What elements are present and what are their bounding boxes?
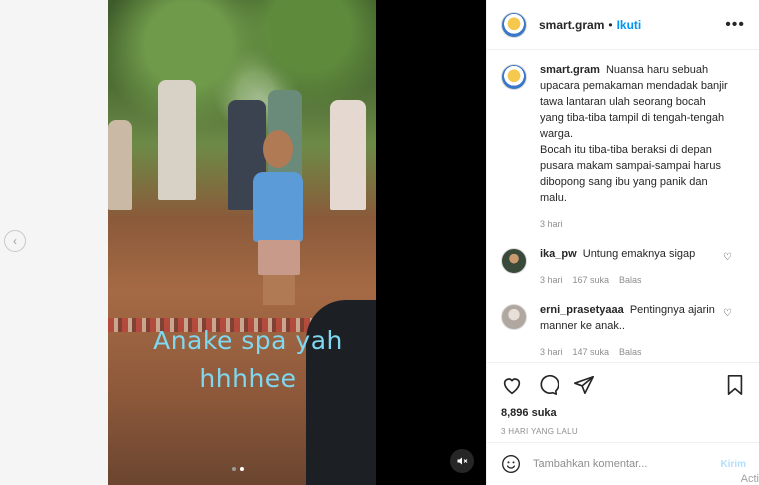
caption-text: smart.gram Nuansa haru sebuah upacara pe… (540, 62, 732, 142)
comment-time: 3 hari (540, 347, 563, 357)
post-sidebar: smart.gram • Ikuti ••• smart.gram Nuansa… (486, 0, 759, 485)
comment-likes[interactable]: 147 suka (573, 344, 610, 360)
like-heart-icon[interactable] (501, 374, 523, 396)
video-person (330, 100, 366, 210)
comment-reply-button[interactable]: Balas (619, 344, 642, 360)
comment-likes[interactable]: 167 suka (573, 272, 610, 288)
comment-username[interactable]: erni_prasetyaaa (540, 304, 624, 316)
emoji-icon[interactable] (501, 454, 521, 474)
chevron-left-icon: ‹ (13, 234, 17, 248)
video-child-shorts (258, 240, 300, 275)
post-date: 3 HARI YANG LALU (501, 427, 578, 436)
share-paper-plane-icon[interactable] (573, 374, 595, 396)
comment-time: 3 hari (540, 275, 563, 285)
caption-body-2: Bocah itu tiba-tiba beraksi di depan pus… (540, 144, 721, 204)
video-child-shirt (253, 172, 303, 242)
video-frame[interactable]: Anake spa yah hhhhee (108, 0, 376, 485)
author-username[interactable]: smart.gram (539, 18, 604, 32)
more-options-icon[interactable]: ••• (725, 16, 745, 34)
carousel-dot-active (240, 467, 244, 471)
comment-item: ika_pw Untung emaknya sigap 3 hari 167 s… (501, 246, 746, 288)
likes-count[interactable]: 8,896 suka (501, 407, 746, 419)
header-separator: • (608, 17, 613, 32)
caption-item: smart.gram Nuansa haru sebuah upacara pe… (501, 62, 746, 232)
post-header: smart.gram • Ikuti ••• (487, 0, 759, 50)
comment-like-heart-icon[interactable]: ♡ (723, 308, 732, 319)
post-media[interactable]: Anake spa yah hhhhee (108, 0, 486, 485)
comment-text: Untung emaknya sigap (582, 248, 696, 260)
video-child-head (263, 130, 293, 168)
follow-button[interactable]: Ikuti (617, 18, 642, 32)
comment-reply-button[interactable]: Balas (619, 272, 642, 288)
comments-list[interactable]: smart.gram Nuansa haru sebuah upacara pe… (487, 62, 759, 362)
video-text-line2: hhhhee (199, 364, 297, 393)
activation-watermark: Acti (740, 473, 759, 485)
commenter-avatar[interactable] (501, 248, 527, 274)
post-comment-button[interactable]: Kirim (720, 459, 746, 470)
add-comment-bar: Kirim (487, 442, 759, 485)
post-actions: 8,896 suka 3 HARI YANG LALU (487, 362, 759, 436)
video-text-line1: Anake spa yah (153, 326, 343, 355)
caption-time: 3 hari (540, 219, 563, 229)
comment-like-heart-icon[interactable]: ♡ (723, 252, 732, 263)
mute-button[interactable] (450, 449, 474, 473)
author-avatar[interactable] (501, 11, 527, 38)
comment-input[interactable] (533, 458, 721, 470)
comment-bubble-icon[interactable] (537, 374, 559, 396)
bookmark-icon[interactable] (724, 374, 746, 396)
commenter-avatar[interactable] (501, 304, 527, 330)
author-avatar[interactable] (501, 64, 527, 90)
video-person (108, 120, 132, 210)
comment-item: erni_prasetyaaa Pentingnya ajarin manner… (501, 302, 746, 360)
caption-username[interactable]: smart.gram (540, 64, 600, 76)
video-person (158, 80, 196, 200)
carousel-previous-button[interactable]: ‹ (4, 230, 26, 252)
video-child-legs (263, 275, 295, 305)
speaker-muted-icon (457, 457, 468, 465)
carousel-dot (232, 467, 236, 471)
carousel-dots (232, 467, 244, 471)
comment-username[interactable]: ika_pw (540, 248, 577, 260)
video-text-overlay: Anake spa yah hhhhee (128, 322, 368, 398)
